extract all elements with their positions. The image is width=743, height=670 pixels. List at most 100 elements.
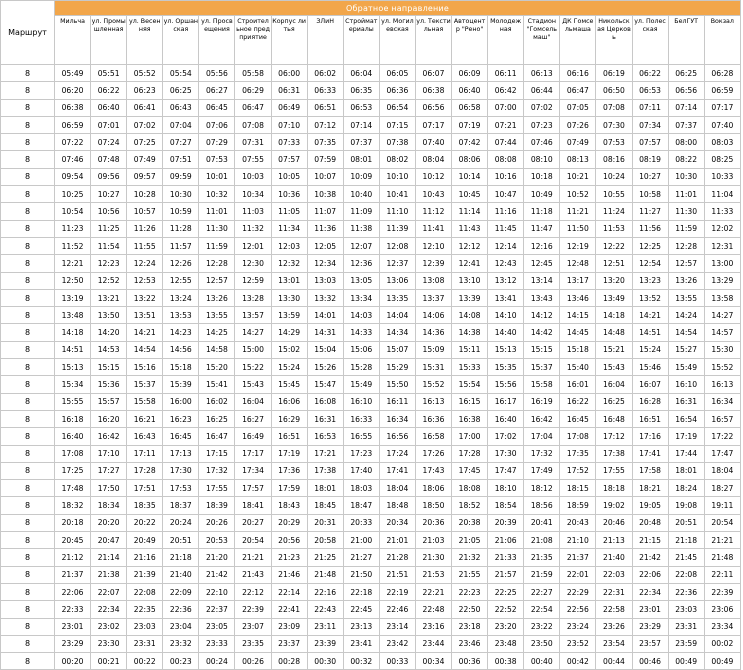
time-cell: 21:37 bbox=[559, 548, 597, 567]
time-cell: 22:16 bbox=[306, 582, 344, 602]
time-cell: 21:59 bbox=[523, 565, 561, 584]
table-row: 8 15:13 15:15 15:16 15:18 15:20 15:22 15:24 15:2… bbox=[0, 358, 742, 377]
time-cell: 14:03 bbox=[342, 306, 380, 325]
time-cell: 21:32 bbox=[451, 548, 489, 567]
time-cell: 00:26 bbox=[234, 652, 272, 670]
time-cell: 07:14 bbox=[667, 98, 705, 117]
time-cell: 14:01 bbox=[306, 306, 344, 325]
time-cell: 10:59 bbox=[162, 202, 200, 221]
time-cell: 22:08 bbox=[667, 565, 705, 584]
time-cell: 17:15 bbox=[198, 444, 236, 463]
time-cell: 10:54 bbox=[53, 202, 92, 221]
time-cell: 13:17 bbox=[559, 271, 597, 290]
time-cell: 06:53 bbox=[342, 98, 380, 117]
time-cell: 16:10 bbox=[667, 375, 705, 394]
time-cell: 13:53 bbox=[162, 306, 200, 325]
time-cell: 22:41 bbox=[270, 600, 308, 619]
time-cell: 18:43 bbox=[270, 496, 308, 515]
time-cell: 22:52 bbox=[487, 600, 525, 619]
time-cell: 12:22 bbox=[595, 236, 633, 256]
time-cell: 07:24 bbox=[90, 133, 128, 152]
time-cell: 16:31 bbox=[306, 409, 344, 429]
time-cell: 12:05 bbox=[306, 236, 344, 256]
time-cell: 21:48 bbox=[703, 548, 742, 567]
time-cell: 17:52 bbox=[559, 461, 597, 481]
time-cell: 13:52 bbox=[631, 288, 669, 308]
time-cell: 21:20 bbox=[198, 548, 236, 567]
time-cell: 21:55 bbox=[451, 565, 489, 584]
time-cell: 16:45 bbox=[162, 427, 200, 446]
time-cell: 20:51 bbox=[667, 513, 705, 533]
time-cell: 12:02 bbox=[703, 219, 742, 238]
time-cell: 12:54 bbox=[631, 254, 669, 273]
time-cell: 23:41 bbox=[342, 634, 380, 654]
time-cell: 18:34 bbox=[90, 496, 128, 515]
time-cell: 17:25 bbox=[53, 461, 92, 481]
time-cell: 08:03 bbox=[703, 133, 742, 152]
time-cell: 07:37 bbox=[342, 133, 380, 152]
time-cell: 07:33 bbox=[270, 133, 308, 152]
time-cell: 14:10 bbox=[487, 306, 525, 325]
time-cell: 12:25 bbox=[631, 236, 669, 256]
time-cell: 16:25 bbox=[198, 409, 236, 429]
time-cell: 14:04 bbox=[378, 306, 416, 325]
time-cell: 15:40 bbox=[559, 358, 597, 377]
time-cell: 18:50 bbox=[414, 496, 453, 515]
table-row: 8 07:22 07:24 07:25 07:27 07:29 07:31 07:33 07:3… bbox=[0, 133, 742, 152]
time-cell: 16:55 bbox=[342, 427, 380, 446]
time-cell: 18:08 bbox=[451, 479, 489, 498]
time-cell: 17:47 bbox=[703, 444, 742, 463]
time-cell: 20:38 bbox=[451, 513, 489, 533]
route-number-cell: 8 bbox=[0, 288, 55, 308]
time-cell: 10:18 bbox=[523, 167, 561, 187]
time-cell: 19:05 bbox=[631, 496, 669, 515]
time-cell: 06:54 bbox=[378, 98, 416, 117]
time-cell: 15:26 bbox=[306, 358, 344, 377]
time-cell: 06:25 bbox=[667, 63, 705, 83]
time-cell: 07:11 bbox=[631, 98, 669, 117]
time-cell: 07:48 bbox=[90, 150, 128, 169]
time-cell: 16:13 bbox=[414, 392, 453, 411]
time-cell: 17:43 bbox=[414, 461, 453, 481]
time-cell: 12:34 bbox=[306, 254, 344, 273]
time-cell: 11:41 bbox=[414, 219, 453, 238]
time-cell: 18:52 bbox=[451, 496, 489, 515]
time-cell: 22:48 bbox=[414, 600, 453, 619]
time-cell: 07:40 bbox=[414, 133, 453, 152]
route-number-cell: 8 bbox=[0, 461, 55, 481]
time-cell: 16:54 bbox=[667, 409, 705, 429]
time-cell: 22:11 bbox=[703, 565, 742, 584]
time-cell: 22:18 bbox=[342, 582, 380, 602]
time-cell: 17:00 bbox=[451, 427, 489, 446]
table-row: 8 00:20 00:21 00:22 00:23 00:24 00:26 00:28 00:3… bbox=[0, 652, 742, 670]
table-row: 8 12:21 12:23 12:24 12:26 12:28 12:30 12:32 12:3… bbox=[0, 254, 742, 273]
time-cell: 00:49 bbox=[667, 652, 705, 670]
time-cell: 14:33 bbox=[342, 323, 380, 342]
time-cell: 00:49 bbox=[703, 652, 742, 670]
time-cell: 21:28 bbox=[378, 548, 416, 567]
time-cell: 06:56 bbox=[414, 98, 453, 117]
time-cell: 23:44 bbox=[414, 634, 453, 654]
route-number-cell: 8 bbox=[0, 617, 55, 636]
table-row: 8 06:20 06:22 06:23 06:25 06:27 06:29 06:31 06:3… bbox=[0, 81, 742, 100]
time-cell: 20:54 bbox=[703, 513, 742, 533]
time-cell: 06:25 bbox=[162, 81, 200, 100]
time-cell: 11:16 bbox=[487, 202, 525, 221]
time-cell: 06:00 bbox=[270, 63, 308, 83]
time-cell: 06:27 bbox=[198, 81, 236, 100]
time-cell: 13:39 bbox=[451, 288, 489, 308]
stop-header: ул. Полесская bbox=[631, 15, 669, 65]
time-cell: 07:55 bbox=[234, 150, 272, 169]
time-cell: 22:54 bbox=[523, 600, 561, 619]
table-row: 8 12:50 12:52 12:53 12:55 12:57 12:59 13:01 13:0… bbox=[0, 271, 742, 290]
time-cell: 07:46 bbox=[53, 150, 92, 169]
time-cell: 18:32 bbox=[53, 496, 92, 515]
table-row: 8 05:49 05:51 05:52 05:54 05:56 05:58 06:00 06:0… bbox=[0, 63, 742, 83]
time-cell: 13:29 bbox=[703, 271, 742, 290]
time-cell: 15:30 bbox=[703, 340, 742, 360]
time-cell: 07:27 bbox=[162, 133, 200, 152]
time-cell: 13:43 bbox=[523, 288, 561, 308]
time-cell: 15:24 bbox=[270, 358, 308, 377]
time-cell: 23:03 bbox=[667, 600, 705, 619]
time-cell: 21:18 bbox=[667, 531, 705, 550]
